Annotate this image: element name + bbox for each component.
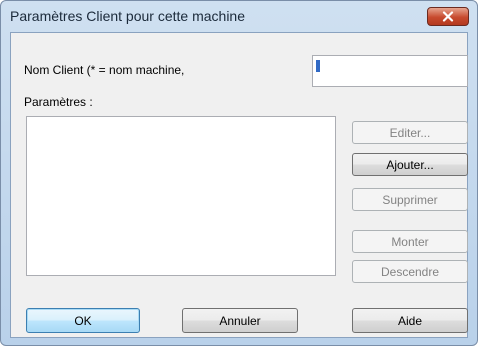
params-listbox[interactable] — [26, 116, 336, 276]
edit-button[interactable]: Editer... — [352, 121, 468, 144]
window-title: Paramètres Client pour cette machine — [10, 8, 245, 24]
move-down-button[interactable]: Descendre — [352, 260, 468, 283]
dialog-body: Nom Client (* = nom machine, Paramètres … — [10, 32, 468, 338]
ok-button[interactable]: OK — [26, 308, 140, 333]
client-name-label: Nom Client (* = nom machine, — [24, 63, 185, 77]
client-name-input[interactable] — [312, 55, 468, 87]
help-button[interactable]: Aide — [352, 308, 468, 333]
close-x-icon — [442, 11, 454, 22]
params-label: Paramètres : — [24, 95, 93, 109]
add-button[interactable]: Ajouter... — [352, 153, 468, 176]
move-up-button[interactable]: Monter — [352, 230, 468, 253]
text-caret — [316, 60, 320, 72]
cancel-button[interactable]: Annuler — [182, 308, 298, 333]
dialog-window: Paramètres Client pour cette machine Nom… — [0, 0, 478, 346]
delete-button[interactable]: Supprimer — [352, 188, 468, 211]
title-bar[interactable]: Paramètres Client pour cette machine — [1, 1, 477, 31]
close-button[interactable] — [427, 7, 469, 26]
